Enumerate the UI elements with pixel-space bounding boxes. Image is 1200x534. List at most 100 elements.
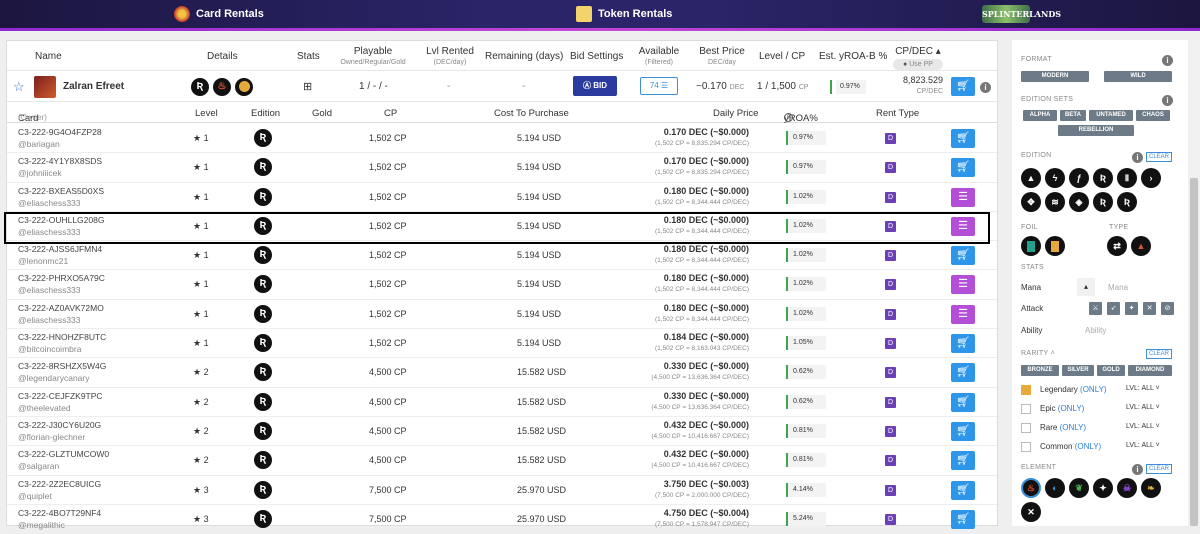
diamond-button[interactable]: DIAMOND bbox=[1128, 365, 1172, 376]
add-to-stack-button[interactable]: ☰ bbox=[951, 187, 975, 207]
table-row[interactable]: C3-222-BXEAS5D0XS @eliaschess333 ★ 1 Ʀ 1,502… bbox=[7, 183, 997, 212]
ability-input[interactable]: Ability bbox=[1085, 326, 1106, 335]
magic-attack-icon[interactable]: ✦ bbox=[1125, 302, 1138, 315]
table-row[interactable]: C3-222-2Z2EC8UICG @quiplet ★ 3 Ʀ 7,500 CP 25.… bbox=[7, 476, 997, 505]
card-uid[interactable]: C3-222-4Y1Y8X8SDS bbox=[18, 156, 102, 166]
set-rebellion-button[interactable]: REBELLION bbox=[1058, 125, 1134, 136]
no-attack-icon[interactable]: ✕ bbox=[1143, 302, 1156, 315]
table-row[interactable]: C3-222-OUHLLG208G @eliaschess333 ★ 1 Ʀ 1,502… bbox=[7, 212, 997, 242]
card-owner[interactable]: @eliaschess333 bbox=[18, 315, 81, 325]
bid-button[interactable]: Ⓐ BID bbox=[573, 76, 617, 96]
splinterlands-logo[interactable]: SPLINTERLANDS bbox=[982, 5, 1061, 23]
edition-clear-button[interactable]: CLEAR bbox=[1146, 152, 1172, 162]
dragon-element-icon[interactable]: ❧ bbox=[1141, 478, 1161, 498]
epic-level-select[interactable]: LVL: ALL ˅ bbox=[1126, 404, 1160, 411]
legendary-only-link[interactable]: (ONLY) bbox=[1080, 385, 1107, 394]
table-row[interactable]: C3-222-HNOHZF8UTC @bitcoincoimbra ★ 1 Ʀ 1,50… bbox=[7, 329, 997, 359]
available-filter-button[interactable]: 74 ☰ bbox=[640, 77, 678, 95]
mana-input[interactable]: Mana bbox=[1108, 283, 1128, 292]
card-owner[interactable]: @bariagan bbox=[18, 139, 60, 149]
alpha-edition-icon[interactable]: ▲ bbox=[1021, 168, 1041, 188]
card-owner[interactable]: @eliaschess333 bbox=[18, 285, 81, 295]
gold-button[interactable]: GOLD bbox=[1097, 365, 1125, 376]
legendary-checkbox[interactable] bbox=[1021, 385, 1031, 395]
chaos-edition-filter-icon[interactable]: Ʀ bbox=[1093, 168, 1113, 188]
life-element-icon[interactable]: ✦ bbox=[1093, 478, 1113, 498]
table-row[interactable]: C3-222-GLZTUMCOW0 @salgaran ★ 2 Ʀ 4,500 CP 15… bbox=[7, 446, 997, 476]
any-attack-icon[interactable]: ⊘ bbox=[1161, 302, 1174, 315]
ranged-attack-icon[interactable]: ➶ bbox=[1107, 302, 1120, 315]
card-uid[interactable]: C3-222-8RSHZX5W4G bbox=[18, 361, 106, 371]
rare-level-select[interactable]: LVL: ALL ˅ bbox=[1126, 423, 1160, 430]
scrollbar-thumb[interactable] bbox=[1190, 178, 1198, 526]
chevron-up-icon[interactable]: ˄ bbox=[1051, 350, 1055, 357]
reward-edition-icon[interactable]: ≋ bbox=[1045, 192, 1065, 212]
card-owner[interactable]: @eliaschess333 bbox=[18, 227, 81, 237]
table-row[interactable]: C3-222-PHRXO5A79C @eliaschess333 ★ 1 Ʀ 1,502… bbox=[7, 270, 997, 300]
element-clear-button[interactable]: CLEAR bbox=[1146, 464, 1172, 474]
set-beta-button[interactable]: BETA bbox=[1060, 110, 1086, 121]
add-to-stack-button[interactable]: ☰ bbox=[951, 275, 975, 295]
water-element-icon[interactable]: ◐ bbox=[1045, 478, 1065, 498]
add-to-cart-button[interactable]: 🛒︎ bbox=[951, 451, 975, 471]
epic-only-link[interactable]: (ONLY) bbox=[1058, 404, 1085, 413]
card-owner[interactable]: @salgaran bbox=[18, 461, 59, 471]
tab-card-rentals[interactable]: Card Rentals bbox=[174, 0, 264, 28]
add-to-cart-button[interactable]: 🛒︎ bbox=[951, 246, 975, 266]
untamed-edition-icon[interactable]: Ⅱ bbox=[1117, 168, 1137, 188]
card-owner[interactable]: @quiplet bbox=[18, 491, 52, 501]
card-uid[interactable]: C3-222-BXEAS5D0XS bbox=[18, 186, 104, 196]
common-checkbox[interactable] bbox=[1021, 442, 1031, 452]
promo-edition-icon[interactable]: ƒ bbox=[1069, 168, 1089, 188]
table-row[interactable]: C3-222-CEJFZK9TPC @theelevated ★ 2 Ʀ 4,500 C… bbox=[7, 388, 997, 417]
card-uid[interactable]: C3-222-CEJFZK9TPC bbox=[18, 391, 103, 401]
element-info-icon[interactable]: i bbox=[1132, 464, 1143, 475]
neutral-element-icon[interactable]: ✕ bbox=[1021, 502, 1041, 522]
card-uid[interactable]: C3-222-GLZTUMCOW0 bbox=[18, 449, 109, 459]
melee-attack-icon[interactable]: ⚔ bbox=[1089, 302, 1102, 315]
add-to-cart-button[interactable]: 🛒︎ bbox=[951, 158, 975, 178]
format-wild-button[interactable]: WILD bbox=[1104, 71, 1172, 82]
card-uid[interactable]: C3-222-9G4O4FZP28 bbox=[18, 127, 102, 137]
card-owner[interactable]: @johniiicek bbox=[18, 168, 62, 178]
edition-info-icon[interactable]: i bbox=[1132, 152, 1143, 163]
tab-token-rentals[interactable]: Token Rentals bbox=[576, 0, 672, 28]
edition-sets-info-icon[interactable]: i bbox=[1162, 95, 1173, 106]
common-level-select[interactable]: LVL: ALL ˅ bbox=[1126, 442, 1160, 449]
chaos-soulbound-edition-icon[interactable]: Ʀ bbox=[1117, 192, 1137, 212]
set-untamed-button[interactable]: UNTAMED bbox=[1089, 110, 1133, 121]
add-to-cart-button[interactable]: 🛒︎ bbox=[951, 392, 975, 412]
card-uid[interactable]: C3-222-HNOHZF8UTC bbox=[18, 332, 106, 342]
card-owner[interactable]: @eliaschess333 bbox=[18, 198, 81, 208]
sidebar-scrollbar[interactable] bbox=[1188, 40, 1200, 526]
set-chaos-button[interactable]: CHAOS bbox=[1136, 110, 1170, 121]
add-to-stack-button[interactable]: ☰ bbox=[951, 216, 975, 236]
use-pp-toggle[interactable]: ● Use PP bbox=[893, 59, 943, 70]
epic-checkbox[interactable] bbox=[1021, 404, 1031, 414]
beta-edition-icon[interactable]: ϟ bbox=[1045, 168, 1065, 188]
rare-only-link[interactable]: (ONLY) bbox=[1060, 423, 1087, 432]
card-uid[interactable]: C3-222-J30CY6U20G bbox=[18, 420, 101, 430]
fire-element-filter-icon[interactable]: ♨ bbox=[1021, 478, 1041, 498]
card-uid[interactable]: C3-222-AJSS6JFMN4 bbox=[18, 244, 102, 254]
monster-type-icon[interactable]: ▲ bbox=[1131, 236, 1151, 256]
table-row[interactable]: C3-222-8RSHZX5W4G @legendarycanary ★ 2 Ʀ 4,5… bbox=[7, 358, 997, 388]
silver-button[interactable]: SILVER bbox=[1062, 365, 1094, 376]
col-cp-dec[interactable]: CP/DEC ▴ ● Use PP bbox=[893, 46, 943, 70]
add-to-cart-button[interactable]: 🛒︎ bbox=[951, 421, 975, 441]
card-owner[interactable]: @lenonmc21 bbox=[18, 256, 68, 266]
add-to-cart-button[interactable]: 🛒︎ bbox=[951, 77, 975, 96]
info-icon[interactable]: i bbox=[980, 82, 991, 93]
chevron-right-icon[interactable]: › bbox=[1141, 168, 1161, 188]
table-row[interactable]: C3-222-4Y1Y8X8SDS @johniiicek ★ 1 Ʀ 1,502 CP… bbox=[7, 153, 997, 183]
set-alpha-button[interactable]: ALPHA bbox=[1023, 110, 1057, 121]
card-uid[interactable]: C3-222-AZ0AVK72MO bbox=[18, 303, 104, 313]
dice-edition-icon[interactable]: ✥ bbox=[1021, 192, 1041, 212]
card-uid[interactable]: C3-222-PHRXO5A79C bbox=[18, 273, 105, 283]
earth-element-icon[interactable]: ❦ bbox=[1069, 478, 1089, 498]
card-uid[interactable]: C3-222-OUHLLG208G bbox=[18, 215, 104, 225]
add-to-cart-button[interactable]: 🛒︎ bbox=[951, 129, 975, 148]
card-owner[interactable]: @megalithic bbox=[18, 520, 65, 530]
card-uid[interactable]: C3-222-4BO7T29NF4 bbox=[18, 508, 101, 518]
add-to-stack-button[interactable]: ☰ bbox=[951, 304, 975, 324]
